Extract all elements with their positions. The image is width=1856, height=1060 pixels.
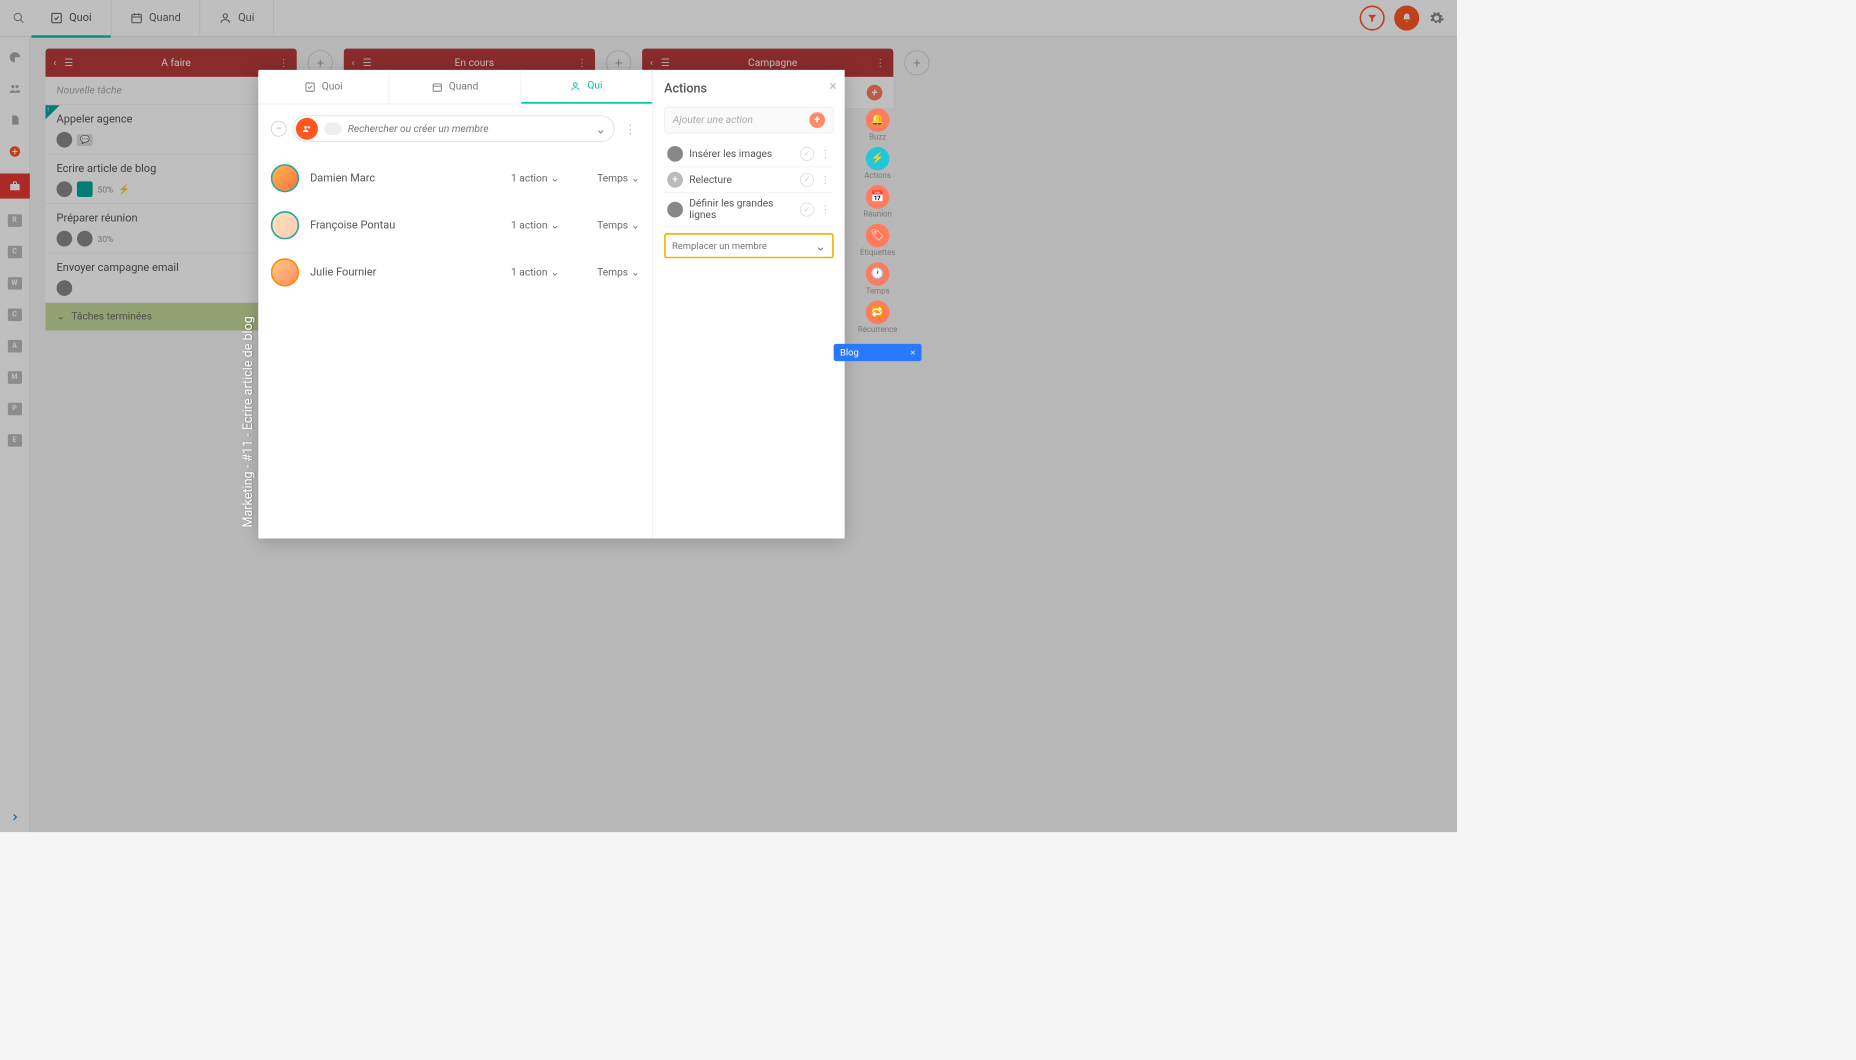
check-icon[interactable]: ✓ — [800, 147, 814, 161]
chevron-down-icon: ⌄ — [551, 267, 560, 279]
toolbar-recurrence-button[interactable]: 🔁Récurrence — [858, 301, 897, 335]
toggle-icon[interactable] — [324, 122, 341, 135]
member-time-dropdown[interactable]: Temps⌄ — [585, 172, 640, 184]
tag-chip[interactable]: Blog× — [834, 344, 922, 361]
chevron-down-icon: ⌄ — [551, 219, 560, 231]
check-icon[interactable]: ✓ — [800, 173, 814, 187]
add-member-icon[interactable]: + — [667, 172, 683, 188]
chevron-down-icon[interactable]: ⌄ — [595, 121, 606, 136]
member-time-dropdown[interactable]: Temps⌄ — [585, 267, 640, 279]
add-icon[interactable]: + — [809, 112, 825, 128]
member-search-field[interactable]: ⌄ — [293, 115, 615, 142]
actions-panel-title: Actions — [664, 81, 834, 96]
member-row: Françoise Pontau 1 action⌄ Temps⌄ — [271, 202, 640, 249]
avatar — [271, 211, 299, 239]
bolt-icon: ⚡ — [866, 147, 890, 171]
chevron-down-icon: ⌄ — [631, 172, 640, 184]
remove-tag-icon[interactable]: × — [910, 347, 915, 358]
chevron-down-icon: ⌄ — [631, 219, 640, 231]
close-icon[interactable]: × — [829, 78, 837, 94]
action-row: Définir les grandes lignes ✓ ⋮ — [664, 193, 834, 227]
replace-member-field[interactable]: ⌄ — [664, 233, 834, 258]
chevron-down-icon: ⌄ — [631, 267, 640, 279]
avatar — [271, 258, 299, 286]
add-action-input[interactable]: Ajouter une action + — [664, 107, 834, 134]
more-menu-icon[interactable]: ⋮ — [820, 204, 830, 216]
member-row: Damien Marc 1 action⌄ Temps⌄ — [271, 155, 640, 202]
member-actions-dropdown[interactable]: 1 action⌄ — [511, 267, 574, 279]
action-row: Insérer les images ✓ ⋮ — [664, 141, 834, 167]
action-row: + Relecture ✓ ⋮ — [664, 167, 834, 193]
member-time-dropdown[interactable]: Temps⌄ — [585, 219, 640, 231]
more-menu-icon[interactable]: ⋮ — [621, 121, 640, 136]
group-icon — [296, 118, 318, 140]
more-menu-icon[interactable]: ⋮ — [820, 174, 830, 186]
toolbar-temps-button[interactable]: 🕐Temps — [866, 262, 890, 296]
member-row: Julie Fournier 1 action⌄ Temps⌄ — [271, 249, 640, 296]
toolbar-reunion-button[interactable]: 📅Réunion — [863, 185, 891, 219]
toolbar-etiquettes-button[interactable]: 🏷Étiquettes — [860, 224, 895, 258]
more-menu-icon[interactable]: ⋮ — [820, 148, 830, 160]
toolbar-buzz-button[interactable]: 🔔Buzz — [866, 108, 890, 142]
calendar-icon: 📅 — [866, 185, 890, 209]
chevron-down-icon: ⌄ — [551, 172, 560, 184]
tag-icon: 🏷 — [866, 224, 890, 248]
member-search-input[interactable] — [348, 123, 589, 135]
task-breadcrumb-vertical: Marketing - #11 - Ecrire article de blog — [240, 316, 255, 527]
member-actions-dropdown[interactable]: 1 action⌄ — [511, 219, 574, 231]
avatar — [667, 202, 683, 218]
remove-member-icon[interactable]: − — [271, 121, 287, 137]
task-detail-modal: Quoi Quand Qui − ⌄ ⋮ — [258, 70, 844, 539]
member-actions-dropdown[interactable]: 1 action⌄ — [511, 172, 574, 184]
avatar — [667, 146, 683, 162]
clock-icon: 🕐 — [866, 262, 890, 286]
toolbar-actions-button[interactable]: ⚡Actions — [864, 147, 891, 181]
modal-tab-qui[interactable]: Qui — [521, 70, 652, 104]
modal-tab-quand[interactable]: Quand — [390, 70, 521, 104]
replace-member-input[interactable] — [672, 240, 815, 251]
chevron-down-icon[interactable]: ⌄ — [815, 238, 826, 253]
avatar — [271, 164, 299, 192]
check-icon[interactable]: ✓ — [800, 203, 814, 217]
modal-tab-quoi[interactable]: Quoi — [258, 70, 389, 104]
bell-icon: 🔔 — [866, 108, 890, 132]
repeat-icon: 🔁 — [866, 301, 890, 325]
